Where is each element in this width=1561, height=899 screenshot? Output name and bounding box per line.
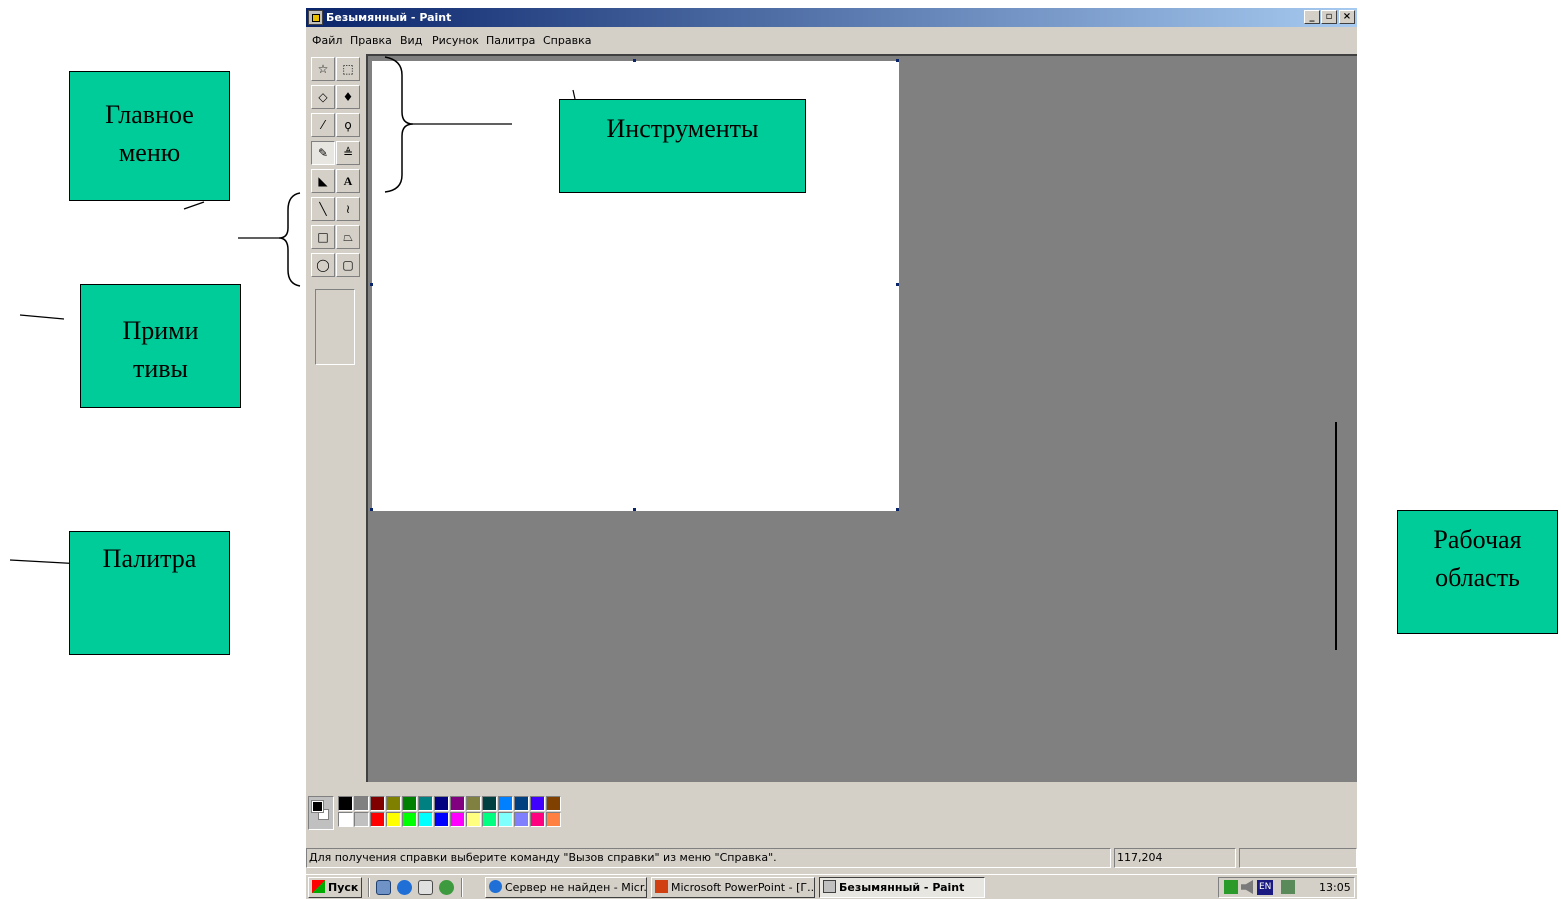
callout-main-menu-line2: меню [118, 138, 181, 167]
callout-main-menu: Главное меню [69, 71, 230, 201]
callout-tools: Инструменты [559, 99, 806, 193]
callout-workspace: Рабочая область [1397, 510, 1558, 634]
callout-primitives: Прими тивы [80, 284, 241, 408]
callout-workspace-line1: Рабочая [1433, 525, 1522, 554]
callout-palette-text: Палитра [102, 544, 197, 573]
callout-palette: Палитра [69, 531, 230, 655]
primitives-left-line [19, 314, 65, 320]
foreground-color [311, 800, 324, 813]
callout-primitives-line2: тивы [132, 354, 189, 383]
callout-tools-text: Инструменты [606, 114, 759, 143]
tools-bracket [384, 56, 414, 193]
tools-callout-tick [572, 89, 576, 100]
callout-primitives-line1: Прими [122, 316, 199, 345]
callout-workspace-line2: область [1435, 563, 1520, 592]
callout-main-menu-line1: Главное [105, 100, 194, 129]
primitives-bracket [278, 192, 301, 287]
main-menu-pointer-line [183, 201, 205, 210]
